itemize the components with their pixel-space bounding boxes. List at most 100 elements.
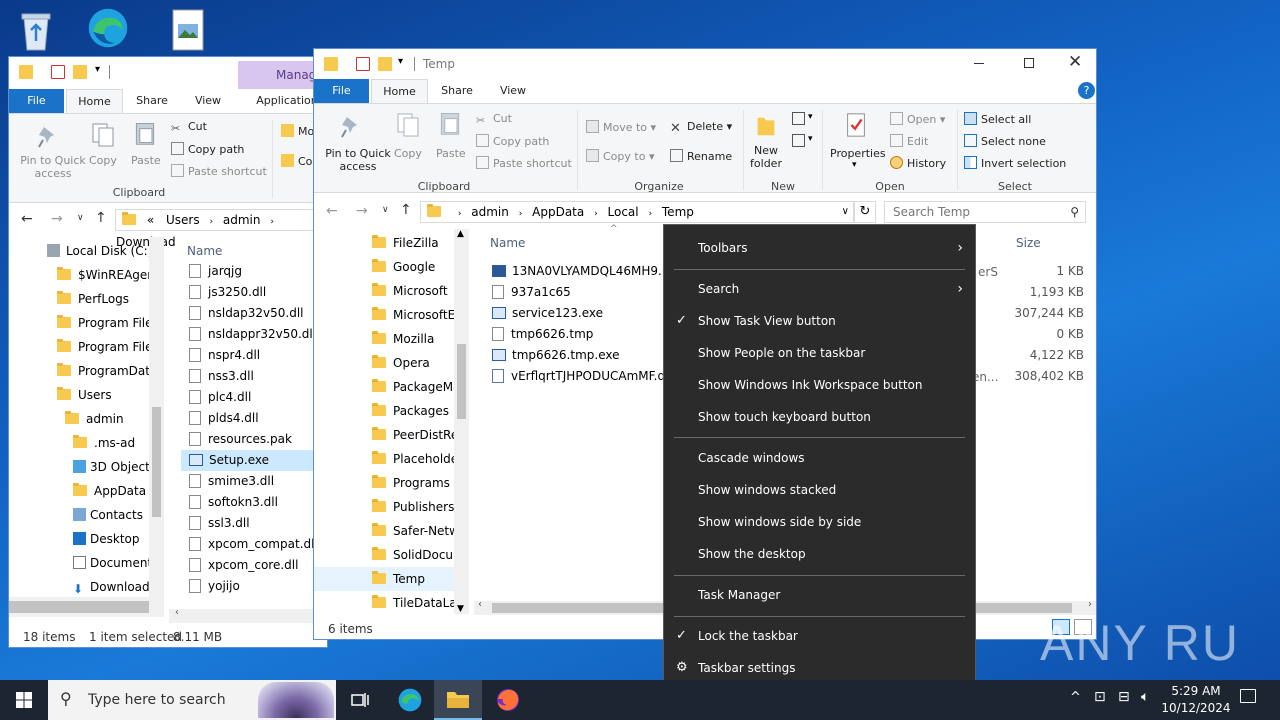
nav-scrollbar[interactable]: ▲ ▼ <box>454 229 469 614</box>
file-list-hscroll[interactable]: ‹ <box>169 607 327 623</box>
properties-dropdown-icon[interactable]: ▾ <box>852 160 857 170</box>
edit-button[interactable]: Edit <box>890 134 928 148</box>
navigation-pane[interactable]: FileZilla Google Microsoft MicrosoftEdge Moz… <box>314 229 454 614</box>
easy-access-icon[interactable] <box>792 134 805 147</box>
new-folder-icon[interactable] <box>73 65 87 79</box>
address-bar[interactable]: › admin › AppData › Local › Temp ∨ <box>420 201 854 223</box>
file-row[interactable]: smime3.dll <box>181 471 321 492</box>
nav-hscrollbar[interactable] <box>9 597 164 617</box>
nav-scrollbar-thumb[interactable] <box>457 344 466 419</box>
search-box[interactable]: Search Temp ⚲ <box>884 201 1086 223</box>
title-bar[interactable]: ▾ Temp ✕ <box>314 49 1096 81</box>
firefox-taskbar-button[interactable] <box>484 680 532 720</box>
nav-item[interactable]: ProgramData <box>9 359 149 383</box>
volume-icon[interactable]: 🔈︎ <box>1141 689 1149 720</box>
image-file-desktop-icon[interactable] <box>166 8 210 52</box>
nav-item[interactable]: ⬇ Downloads <box>9 575 149 599</box>
explorer-window-downloads[interactable]: ▾ Manage File Home Share View Applicatio… <box>8 56 328 648</box>
nav-item[interactable]: admin <box>9 407 149 431</box>
history-button[interactable]: History <box>890 156 946 170</box>
invert-selection-button[interactable]: Invert selection <box>964 156 1066 170</box>
select-all-button[interactable]: Select all <box>964 112 1031 126</box>
file-list[interactable]: jarqjg js3250.dll nsldap32v50.dll nsldappr3… <box>181 257 327 607</box>
address-crumb-users[interactable]: Users <box>166 213 200 227</box>
menu-item-side-by-side[interactable]: Show windows side by side <box>664 506 975 538</box>
edge-taskbar-button[interactable] <box>386 680 434 720</box>
start-button[interactable] <box>0 680 48 720</box>
nav-item[interactable]: Contacts <box>9 503 149 527</box>
pin-quick-access-button[interactable]: Pin to Quick access <box>320 147 396 173</box>
scroll-left-icon[interactable]: ‹ <box>175 607 179 618</box>
minimize-icon[interactable] <box>974 63 984 64</box>
file-row[interactable]: nsldappr32v50.dll <box>181 324 321 345</box>
nav-item[interactable]: .ms-ad <box>9 431 149 455</box>
show-hidden-icons[interactable]: ^ <box>1070 690 1081 720</box>
file-row[interactable]: resources.pak <box>181 429 321 450</box>
cut-button[interactable]: ✂ Cut <box>171 120 207 135</box>
address-bar[interactable]: « Users › admin › Download <box>115 209 327 249</box>
nav-item[interactable]: TileDataLayer <box>314 591 454 614</box>
clock[interactable]: 5:29 AM 10/12/2024 <box>1160 683 1232 720</box>
nav-item[interactable]: FileZilla <box>314 231 454 255</box>
nav-item[interactable]: Microsoft <box>314 279 454 303</box>
scroll-left-icon[interactable]: ‹ <box>478 599 482 610</box>
taskbar-search-box[interactable]: ⚲ Type here to search <box>48 680 336 720</box>
menu-item-people[interactable]: Show People on the taskbar <box>664 337 975 369</box>
nav-item[interactable]: Documents <box>9 551 149 575</box>
paste-shortcut-button[interactable]: Paste shortcut <box>476 156 572 170</box>
up-arrow-icon[interactable]: ↑ <box>400 202 412 218</box>
file-row[interactable]: nsldap32v50.dll <box>181 303 321 324</box>
nav-item[interactable]: Program Files <box>9 311 149 335</box>
dropdown-recent-icon[interactable]: ∨ <box>382 205 389 215</box>
column-header-name[interactable]: Name <box>490 236 525 250</box>
cut-button[interactable]: ✂ Cut <box>476 112 512 127</box>
tab-share[interactable]: Share <box>127 89 177 113</box>
nav-item[interactable]: PackageManagement <box>314 375 454 399</box>
file-row[interactable]: ssl3.dll <box>181 513 321 534</box>
nav-item[interactable]: Google <box>314 255 454 279</box>
address-crumb-local[interactable]: Local <box>608 205 639 219</box>
properties-icon[interactable] <box>356 57 370 71</box>
scroll-down-icon[interactable]: ▼ <box>457 604 464 614</box>
nav-item[interactable]: Publishers <box>314 495 454 519</box>
tab-home[interactable]: Home <box>66 89 123 113</box>
network-icon[interactable]: ⊡ <box>1094 689 1106 720</box>
up-arrow-icon[interactable]: ↑ <box>95 210 107 226</box>
address-crumb-admin[interactable]: admin <box>471 205 509 219</box>
new-item-dropdown-icon[interactable]: ▾ <box>808 112 813 122</box>
nav-item[interactable]: Mozilla <box>314 327 454 351</box>
select-none-button[interactable]: Select none <box>964 134 1046 148</box>
menu-item-show-desktop[interactable]: Show the desktop <box>664 538 975 570</box>
copy-path-button[interactable]: Copy path <box>476 134 549 148</box>
back-arrow-icon[interactable]: ← <box>326 203 338 219</box>
copy-button[interactable]: Copy <box>89 154 117 167</box>
file-row[interactable]: softokn3.dll <box>181 492 321 513</box>
nav-hscrollbar-thumb[interactable] <box>9 601 149 613</box>
column-header-size[interactable]: Size <box>1016 236 1041 250</box>
file-row[interactable]: xpcom_core.dll <box>181 555 321 576</box>
new-folder-icon[interactable] <box>378 57 392 71</box>
file-row[interactable]: xpcom_compat.dll <box>181 534 321 555</box>
refresh-button[interactable]: ↻ <box>854 201 876 223</box>
nav-item[interactable]: AppData <box>9 479 149 503</box>
quick-access-dropdown-icon[interactable]: ▾ <box>398 56 403 67</box>
paste-button[interactable]: Paste <box>131 154 161 167</box>
action-center-icon[interactable] <box>1240 689 1256 703</box>
file-row[interactable]: yojijo <box>181 576 321 597</box>
taskbar-context-menu[interactable]: Toolbars › Search › ✓ Show Task View button… <box>663 224 976 693</box>
tab-file[interactable]: File <box>314 79 369 103</box>
new-item-icon[interactable] <box>792 112 805 125</box>
properties-button[interactable]: Properties <box>830 147 886 160</box>
tab-view[interactable]: View <box>488 79 538 103</box>
back-arrow-icon[interactable]: ← <box>21 211 33 227</box>
menu-item-touch-keyboard[interactable]: Show touch keyboard button <box>664 401 975 433</box>
open-button[interactable]: Open ▾ <box>890 112 945 126</box>
scroll-up-icon[interactable]: ▲ <box>457 229 464 239</box>
menu-item-task-manager[interactable]: Task Manager <box>664 579 975 611</box>
forward-arrow-icon[interactable]: → <box>51 211 63 227</box>
nav-item[interactable]: Users <box>9 383 149 407</box>
copy-to-button[interactable]: Copy to ▾ <box>586 149 654 163</box>
tab-share[interactable]: Share <box>432 79 482 103</box>
edge-desktop-icon[interactable] <box>86 6 130 50</box>
nav-item[interactable]: Packages <box>314 399 454 423</box>
